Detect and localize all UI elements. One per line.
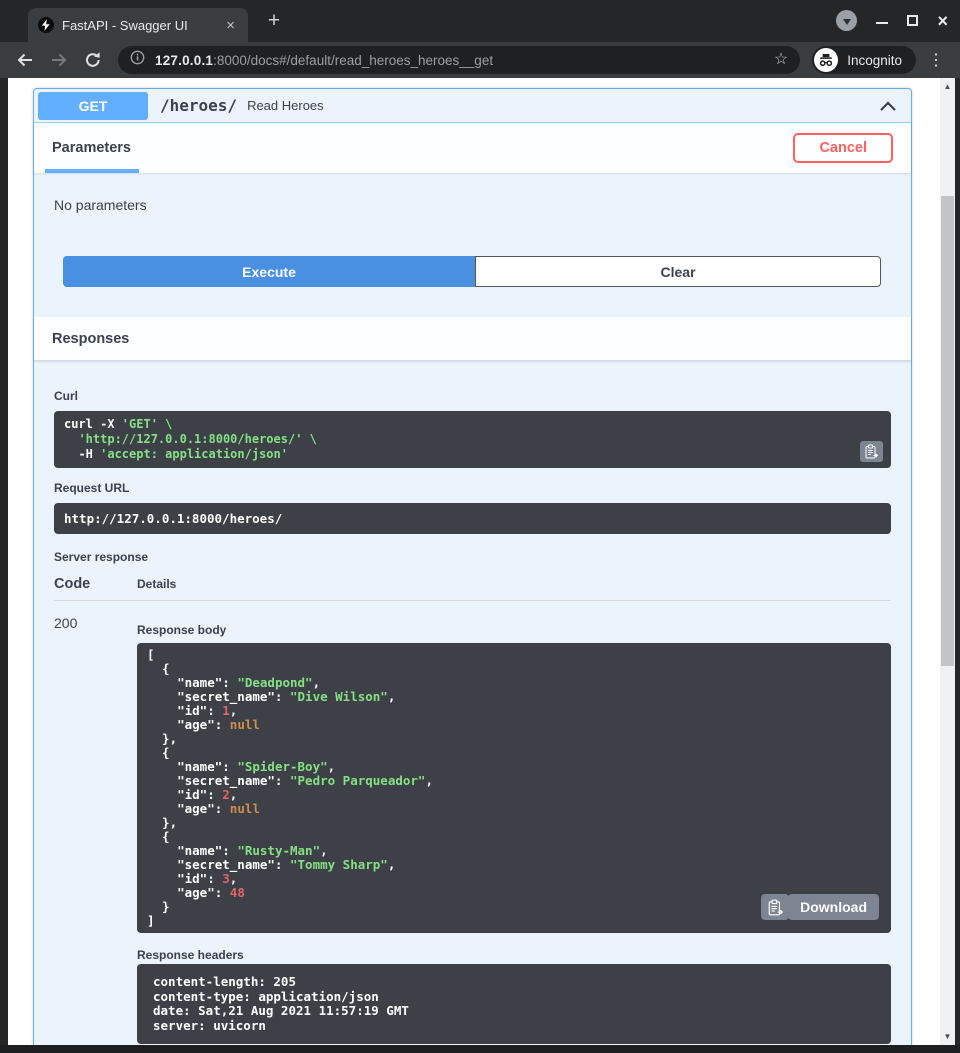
response-row-200: 200 Response body [ { "name": "Deadpond"… (54, 601, 891, 1044)
bookmark-star-icon[interactable]: ☆ (774, 52, 788, 68)
endpoint-header[interactable]: GET /heroes/ Read Heroes (34, 89, 911, 123)
tab-title: FastAPI - Swagger UI (62, 18, 215, 33)
request-url-block: http://127.0.0.1:8000/heroes/ (54, 503, 891, 534)
request-url-text: http://127.0.0.1:8000/heroes/ (64, 511, 282, 526)
incognito-icon (814, 48, 838, 72)
clipboard-icon (865, 444, 878, 459)
url-text: 127.0.0.1:8000/docs#/default/read_heroes… (155, 53, 764, 68)
execute-button[interactable]: Execute (63, 256, 475, 287)
responses-heading: Responses (52, 331, 129, 347)
browser-tab[interactable]: FastAPI - Swagger UI × (28, 8, 248, 42)
request-url-label: Request URL (54, 481, 891, 495)
tab-search-button[interactable] (836, 10, 857, 31)
code-column-header: Code (54, 576, 137, 592)
swagger-page: GET /heroes/ Read Heroes Parameters Canc… (8, 78, 940, 1045)
opblock-get-heroes: GET /heroes/ Read Heroes Parameters Canc… (33, 88, 912, 1045)
browser-chrome: FastAPI - Swagger UI × + × 127.0.0.1:800… (0, 0, 960, 78)
reload-button[interactable] (80, 47, 106, 73)
site-info-icon[interactable] (130, 50, 145, 70)
window-left-edge (0, 78, 8, 1045)
execute-button-group: Execute Clear (63, 256, 881, 287)
url-host: 127.0.0.1 (155, 53, 213, 68)
curl-code-block: curl -X 'GET' \ 'http://127.0.0.1:8000/h… (54, 411, 891, 468)
chevron-down-icon (843, 19, 851, 25)
fastapi-favicon-icon (38, 17, 54, 33)
status-code: 200 (54, 613, 137, 1044)
back-button[interactable] (12, 47, 38, 73)
response-body-block: [ { "name": "Deadpond", "secret_name": "… (137, 643, 891, 933)
cancel-button[interactable]: Cancel (793, 133, 893, 163)
scrollbar[interactable]: ▲ ▼ (940, 78, 955, 1045)
response-headers-label: Response headers (137, 948, 891, 962)
menu-kebab-icon[interactable]: ⋮ (924, 50, 948, 70)
tab-close-icon[interactable]: × (223, 18, 238, 33)
scrollbar-up-arrow-icon[interactable]: ▲ (940, 82, 955, 91)
minimize-button[interactable] (876, 14, 888, 24)
server-response-label: Server response (54, 550, 891, 564)
parameters-tab-underline (45, 169, 139, 173)
close-window-button[interactable]: × (937, 14, 948, 28)
response-body-wrap: [ { "name": "Deadpond", "secret_name": "… (137, 643, 891, 933)
new-tab-button[interactable]: + (262, 9, 286, 33)
parameters-tab: Parameters (52, 140, 131, 156)
scrollbar-thumb[interactable] (941, 196, 954, 666)
no-parameters-text: No parameters (34, 173, 911, 213)
clear-button[interactable]: Clear (475, 256, 881, 287)
copy-curl-button[interactable] (860, 441, 883, 462)
url-path: :8000/docs#/default/read_heroes_heroes__… (213, 53, 493, 68)
window-bottom-edge (0, 1045, 960, 1053)
address-bar[interactable]: 127.0.0.1:8000/docs#/default/read_heroes… (118, 46, 800, 74)
incognito-badge: Incognito (812, 46, 916, 74)
window-right-edge (955, 78, 960, 1045)
forward-button[interactable] (46, 47, 72, 73)
responses-inner: Curl curl -X 'GET' \ 'http://127.0.0.1:8… (34, 361, 911, 1045)
incognito-label: Incognito (847, 53, 902, 68)
details-column-header: Details (137, 577, 176, 591)
collapse-chevron-up-icon[interactable] (879, 100, 897, 112)
parameters-section-header: Parameters Cancel (34, 123, 911, 173)
endpoint-path: /heroes/ (160, 96, 237, 115)
response-table-header: Code Details (54, 576, 891, 601)
response-headers-block: content-length: 205content-type: applica… (137, 964, 891, 1044)
method-badge: GET (38, 92, 148, 120)
window-controls: × (836, 10, 948, 31)
endpoint-summary: Read Heroes (247, 98, 324, 113)
curl-wrap: curl -X 'GET' \ 'http://127.0.0.1:8000/h… (54, 411, 891, 468)
tab-strip: FastAPI - Swagger UI × + × (0, 0, 960, 42)
responses-section-header: Responses (34, 317, 911, 361)
download-button[interactable]: Download (788, 894, 879, 920)
copy-response-button[interactable] (761, 894, 789, 920)
curl-label: Curl (54, 389, 891, 403)
browser-toolbar: 127.0.0.1:8000/docs#/default/read_heroes… (0, 42, 960, 78)
response-details-cell: Response body [ { "name": "Deadpond", "s… (137, 613, 891, 1044)
maximize-button[interactable] (907, 15, 918, 26)
response-body-label: Response body (137, 623, 891, 637)
clipboard-icon (768, 899, 783, 916)
scrollbar-down-arrow-icon[interactable]: ▼ (940, 1032, 955, 1041)
